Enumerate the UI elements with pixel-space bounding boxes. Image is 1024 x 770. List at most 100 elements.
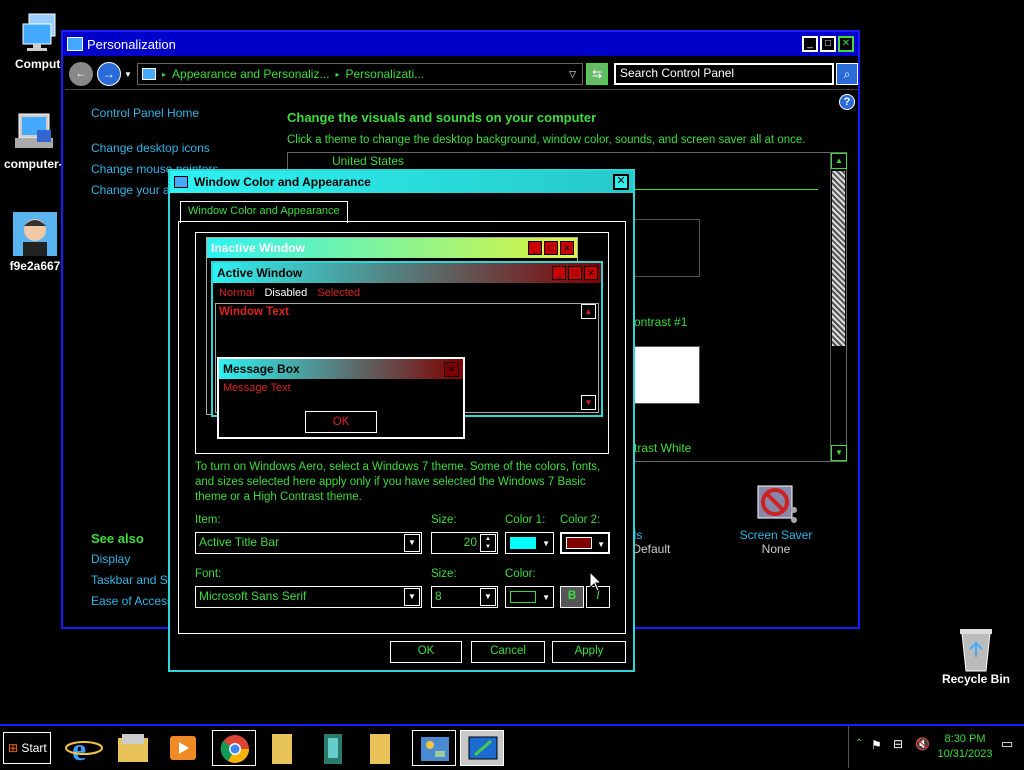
show-hidden-icons-icon[interactable]: ⌃ [855, 738, 863, 749]
folder-icon [370, 734, 390, 764]
menu-normal[interactable]: Normal [219, 287, 254, 299]
item-label: Item: [195, 514, 221, 526]
tab-panel: Inactive Window _ □ ✕ Active Window _ □ ✕ No… [178, 221, 626, 634]
message-box-preview[interactable]: Message Box ✕ Message Text OK [217, 357, 465, 439]
close-button[interactable]: ✕ [838, 36, 854, 52]
bold-toggle[interactable]: B [560, 586, 584, 608]
color2-label: Color 2: [560, 514, 601, 526]
desktop-icon-label: computer-l [3, 157, 66, 171]
change-desktop-icons-link[interactable]: Change desktop icons [91, 141, 210, 155]
color1-label: Color 1: [505, 514, 546, 526]
search-input[interactable]: Search Control Panel [614, 63, 834, 85]
media-player-icon [170, 736, 196, 760]
size-spinner[interactable]: 20 ▲ ▼ [431, 532, 498, 554]
cancel-button[interactable]: Cancel [471, 641, 545, 663]
minimize-icon: _ [552, 266, 566, 280]
chevron-down-icon[interactable]: ▽ [569, 69, 576, 80]
screen-saver-item[interactable]: Screen Saver None [733, 482, 819, 556]
close-icon: ✕ [584, 266, 598, 280]
size-label: Size: [431, 514, 457, 526]
refresh-button[interactable]: ⇆ [586, 63, 608, 85]
theme-list-scrollbar[interactable]: ▲ ▼ [830, 153, 847, 461]
window-text[interactable]: Window Text [216, 304, 598, 320]
chevron-down-icon: ▼ [404, 588, 420, 606]
spinner-arrows-icon[interactable]: ▲ ▼ [480, 534, 496, 552]
color1-picker[interactable]: ▼ [505, 532, 554, 554]
taskbar-app[interactable] [312, 730, 356, 766]
start-button[interactable]: ⊞ Start [3, 732, 51, 764]
taskbar-folder-1[interactable] [262, 730, 306, 766]
control-panel-home-link[interactable]: Control Panel Home [91, 106, 199, 120]
apply-button[interactable]: Apply [552, 641, 626, 663]
control-panel-icon [142, 68, 156, 80]
show-desktop-icon[interactable]: ▭ [1001, 736, 1013, 752]
breadcrumb[interactable]: ▸ Appearance and Personaliz... ▸ Persona… [137, 63, 583, 85]
scrollbar-thumb[interactable] [832, 171, 845, 346]
page-title: Change the visuals and sounds on your co… [287, 110, 597, 125]
action-center-icon[interactable]: ⚑ [871, 738, 882, 752]
forward-button[interactable]: → [97, 62, 121, 86]
taskbar-chrome[interactable] [212, 730, 256, 766]
computer-icon [19, 10, 63, 54]
ok-button[interactable]: OK [390, 641, 462, 663]
font-color-swatch [510, 591, 536, 603]
taskbar-internet-explorer[interactable]: e [64, 730, 108, 767]
scroll-down-icon[interactable]: ▼ [831, 445, 847, 461]
font-color-label: Color: [505, 568, 536, 580]
taskbar: ⊞ Start e ⌃ ⚑ ⊟ 🔇 8:30 PM 10/31/2023 ▭ [0, 724, 1024, 768]
theme-thumbnail[interactable] [634, 346, 700, 404]
font-select[interactable]: Microsoft Sans Serif ▼ [195, 586, 422, 608]
breadcrumb-item[interactable]: Personalizati... [345, 67, 424, 81]
volume-muted-icon[interactable]: 🔇 [915, 737, 930, 751]
menu-selected[interactable]: Selected [317, 287, 360, 299]
dialog-close-button[interactable]: ✕ [613, 174, 629, 190]
history-dropdown-icon[interactable]: ▼ [124, 70, 132, 79]
message-text[interactable]: Message Text [219, 379, 463, 397]
search-icon[interactable]: ⌕ [836, 63, 858, 85]
font-size-select[interactable]: 8 ▼ [431, 586, 498, 608]
theme-label[interactable]: trast White [634, 441, 691, 455]
maximize-button[interactable]: □ [820, 36, 836, 52]
taskbar-file-explorer[interactable] [112, 730, 156, 766]
theme-thumbnail[interactable] [634, 219, 700, 277]
taskbar-folder-2[interactable] [360, 730, 404, 766]
desktop-icon-network[interactable]: computer-l [0, 110, 70, 171]
taskbar-link[interactable]: Taskbar and Sta [91, 573, 178, 587]
menu-disabled[interactable]: Disabled [264, 287, 307, 299]
color2-swatch [566, 537, 592, 549]
close-icon: ✕ [444, 362, 459, 377]
message-ok-button[interactable]: OK [305, 411, 377, 433]
taskbar-media-player[interactable] [160, 730, 204, 766]
folder-icon [118, 734, 148, 762]
maximize-icon: □ [544, 241, 558, 255]
minimize-button[interactable]: _ [802, 36, 818, 52]
ease-of-access-link[interactable]: Ease of Access [91, 594, 173, 608]
item-select[interactable]: Active Title Bar ▼ [195, 532, 422, 554]
color2-picker[interactable]: ▼ [560, 532, 610, 554]
appearance-preview: Inactive Window _ □ ✕ Active Window _ □ ✕ No… [195, 232, 609, 454]
font-color-picker[interactable]: ▼ [505, 586, 554, 608]
desktop-icon-label: Recycle Bin [941, 672, 1011, 686]
network-icon[interactable]: ⊟ [893, 737, 903, 751]
taskbar-control-panel[interactable] [412, 730, 456, 766]
back-button[interactable]: ← [69, 62, 93, 86]
scroll-up-icon[interactable]: ▲ [831, 153, 847, 169]
help-icon[interactable]: ? [839, 94, 855, 110]
window-title: Personalization [87, 36, 176, 52]
theme-label[interactable]: ontrast #1 [634, 315, 687, 329]
minimize-icon: _ [528, 241, 542, 255]
font-size-label: Size: [431, 568, 457, 580]
desktop-icon-photo[interactable]: f9e2a667 [0, 212, 70, 273]
display-link[interactable]: Display [91, 552, 130, 566]
dialog-title: Window Color and Appearance [194, 175, 371, 189]
color1-swatch [510, 537, 536, 549]
breadcrumb-item[interactable]: Appearance and Personaliz... [172, 67, 329, 81]
chevron-down-icon: ▼ [404, 534, 420, 552]
taskbar-personalization[interactable] [460, 730, 504, 766]
personalization-icon [468, 736, 498, 760]
desktop-icon-recycle-bin[interactable]: Recycle Bin [940, 625, 1012, 686]
clock[interactable]: 8:30 PM 10/31/2023 [935, 732, 995, 762]
dialog-titlebar: Window Color and Appearance [170, 171, 633, 193]
address-bar: ← → ▼ ▸ Appearance and Personaliz... ▸ P… [65, 58, 858, 90]
tab-window-color[interactable]: Window Color and Appearance [180, 201, 348, 223]
